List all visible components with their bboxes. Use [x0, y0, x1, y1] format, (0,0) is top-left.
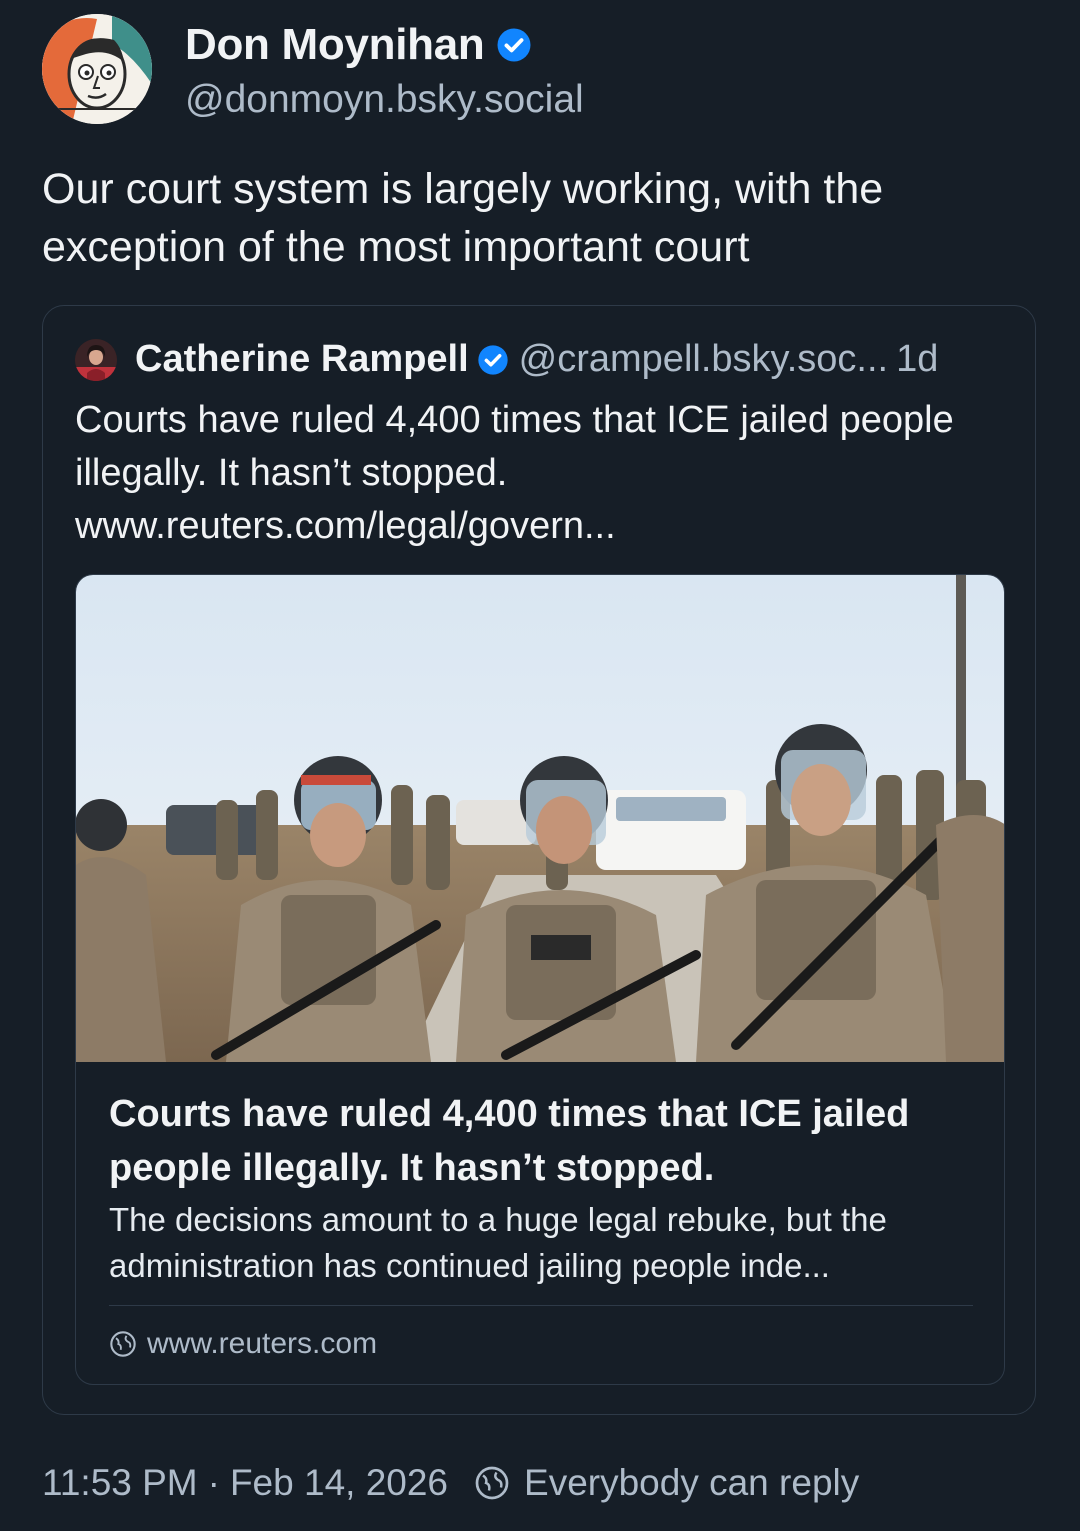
quoted-post-time: 1d — [896, 338, 939, 380]
link-card-image[interactable] — [76, 575, 1004, 1062]
quoted-author-name[interactable]: Catherine Rampell — [135, 338, 469, 381]
author-display-name[interactable]: Don Moynihan — [185, 20, 485, 70]
link-card-domain-row[interactable]: www.reuters.com — [109, 1327, 377, 1361]
link-card[interactable]: Courts have ruled 4,400 times that ICE j… — [75, 574, 1005, 1385]
author-name-row: Don Moynihan — [185, 20, 532, 70]
globe-icon — [110, 1331, 136, 1357]
meta-separator: · — [207, 1462, 220, 1503]
link-card-title[interactable]: Courts have ruled 4,400 times that ICE j… — [109, 1087, 979, 1195]
author-avatar[interactable] — [42, 14, 152, 124]
verified-badge-icon — [497, 28, 531, 62]
quoted-author-avatar[interactable] — [75, 338, 117, 381]
reply-setting-globe-icon — [475, 1466, 509, 1500]
post-date: Feb 14, 2026 — [229, 1462, 449, 1503]
link-card-domain: www.reuters.com — [147, 1327, 378, 1360]
quoted-verified-badge-icon — [477, 344, 508, 375]
link-card-divider — [109, 1305, 973, 1306]
state-troopers-photo-icon — [76, 575, 1004, 1062]
reply-setting-label[interactable]: Everybody can reply — [524, 1462, 859, 1504]
link-card-description: The decisions amount to a huge legal reb… — [109, 1201, 887, 1284]
post-text: Our court system is largely working, wit… — [42, 165, 884, 271]
author-handle[interactable]: @donmoyn.bsky.social — [185, 78, 584, 122]
post-meta-row: 11:53 PM · Feb 14, 2026 Everybody can re… — [42, 1462, 859, 1504]
post-time: 11:53 PM — [42, 1462, 198, 1503]
quoted-post-text: Courts have ruled 4,400 times that ICE j… — [75, 399, 954, 547]
quoted-author-row: Catherine Rampell @crampell.bsky.soc... … — [75, 338, 938, 381]
quoted-author-handle[interactable]: @crampell.bsky.soc... — [519, 338, 888, 381]
cartoon-avatar-icon — [42, 14, 152, 124]
post-header: Don Moynihan @donmoyn.bsky.social — [42, 14, 1042, 126]
quoted-avatar-icon — [75, 338, 117, 381]
quoted-post[interactable]: Catherine Rampell @crampell.bsky.soc... … — [42, 305, 1036, 1415]
